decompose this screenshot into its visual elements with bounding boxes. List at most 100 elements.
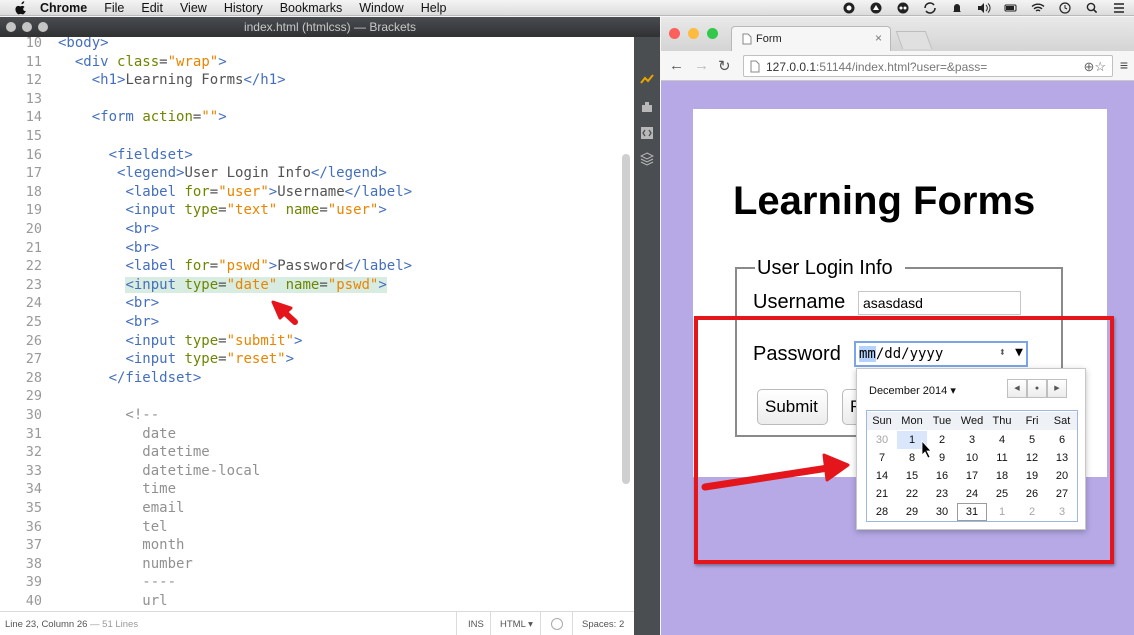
new-tab-button[interactable] — [895, 31, 933, 49]
zoom-and-bookmark-icons[interactable]: ⊕☆ — [1083, 59, 1106, 75]
code-line[interactable]: 27 <input type="reset"> — [0, 350, 620, 369]
chrome-toolbar: ← → ↻ 127.0.0.1:51144/index.html?user=&p… — [661, 51, 1134, 81]
cursor-position: Line 23, Column 26 — 51 Lines — [5, 619, 139, 630]
close-window-button[interactable] — [669, 28, 680, 39]
menu-app[interactable]: Chrome — [40, 1, 87, 15]
code-token: = — [218, 351, 227, 368]
language-select[interactable]: HTML ▾ — [500, 619, 533, 630]
layers-icon[interactable] — [640, 152, 654, 166]
code-line[interactable]: 12 <h1>Learning Forms</h1> — [0, 71, 620, 90]
address-bar[interactable]: 127.0.0.1:51144/index.html?user=&pass= ⊕… — [743, 55, 1113, 77]
code-text: <label for="user">Username</label> — [58, 183, 412, 202]
code-view-icon[interactable] — [640, 126, 654, 140]
line-number: 11 — [25, 53, 42, 70]
code-text: url — [58, 592, 167, 611]
code-token: "submit" — [226, 332, 295, 349]
code-line[interactable]: 10 <body> — [0, 37, 620, 53]
code-line[interactable]: 29 — [0, 387, 620, 406]
code-token: type — [184, 332, 219, 349]
code-line[interactable]: 38 number — [0, 555, 620, 574]
code-line[interactable]: 34 time — [0, 480, 620, 499]
code-line[interactable]: 21 <br> — [0, 239, 620, 258]
line-number: 32 — [25, 444, 42, 461]
insert-mode-toggle[interactable]: INS — [468, 619, 484, 630]
apple-icon[interactable] — [14, 0, 28, 15]
menu-view[interactable]: View — [180, 1, 207, 15]
annotation-highlight-box — [694, 316, 1114, 564]
code-line[interactable]: 28 </fieldset> — [0, 369, 620, 388]
code-token: datetime — [58, 444, 210, 461]
menu-edit[interactable]: Edit — [141, 1, 163, 15]
code-token: type — [184, 202, 219, 219]
chrome-tab-strip: Form × — [661, 17, 1134, 51]
code-line[interactable]: 25 <br> — [0, 313, 620, 332]
code-token: "user" — [327, 202, 379, 219]
code-token: </label> — [344, 183, 413, 200]
spotlight-search-icon[interactable] — [1085, 2, 1099, 14]
code-line[interactable]: 14 <form action=""> — [0, 108, 620, 127]
code-line[interactable]: 24 <br> — [0, 294, 620, 313]
forward-arrow-icon[interactable]: → — [694, 57, 709, 74]
code-text: <br> — [58, 313, 159, 332]
code-line[interactable]: 15 — [0, 127, 620, 146]
extension-manager-icon[interactable] — [640, 100, 654, 114]
notification-center-icon[interactable] — [1112, 2, 1126, 14]
code-line[interactable]: 33 datetime-local — [0, 462, 620, 481]
code-line[interactable]: 40 url — [0, 592, 620, 611]
wifi-icon[interactable] — [1031, 2, 1045, 14]
menu-window[interactable]: Window — [359, 1, 403, 15]
code-line[interactable]: 30 <!-- — [0, 406, 620, 425]
code-line[interactable]: 37 month — [0, 536, 620, 555]
code-line[interactable]: 26 <input type="submit"> — [0, 332, 620, 351]
code-line[interactable]: 31 date — [0, 425, 620, 444]
code-line[interactable]: 11 <div class="wrap"> — [0, 53, 620, 72]
code-line[interactable]: 35 email — [0, 499, 620, 518]
code-line[interactable]: 36 tel — [0, 518, 620, 537]
clock-icon[interactable] — [1058, 2, 1072, 14]
code-line[interactable]: 22 <label for="pswd">Password</label> — [0, 257, 620, 276]
volume-icon[interactable] — [977, 2, 991, 14]
editor-scrollbar[interactable] — [622, 154, 630, 484]
minimize-window-button[interactable] — [688, 28, 699, 39]
code-token: Username — [277, 183, 345, 200]
cloud-app-icon[interactable] — [896, 2, 910, 14]
code-line[interactable]: 32 datetime — [0, 443, 620, 462]
battery-icon[interactable] — [1004, 2, 1018, 14]
menu-history[interactable]: History — [224, 1, 263, 15]
code-line[interactable]: 18 <label for="user">Username</label> — [0, 183, 620, 202]
drive-icon[interactable] — [869, 2, 883, 14]
back-arrow-icon[interactable]: ← — [669, 57, 684, 74]
code-line[interactable]: 19 <input type="text" name="user"> — [0, 201, 620, 220]
code-line[interactable]: 16 <fieldset> — [0, 146, 620, 165]
reload-icon[interactable]: ↻ — [718, 57, 731, 75]
zoom-window-button[interactable] — [707, 28, 718, 39]
brackets-window: index.html (htmlcss) — Brackets 10 <body>… — [0, 17, 660, 635]
code-line[interactable]: 17 <legend>User Login Info</legend> — [0, 164, 620, 183]
chrome-menu-icon[interactable]: ≡ — [1120, 57, 1128, 73]
code-line[interactable]: 20 <br> — [0, 220, 620, 239]
line-number: 37 — [25, 537, 42, 554]
record-icon[interactable] — [842, 2, 856, 14]
tab-form[interactable]: Form × — [731, 26, 891, 51]
close-window-button[interactable] — [6, 22, 16, 32]
zoom-window-button[interactable] — [38, 22, 48, 32]
notification-bell-icon[interactable] — [950, 2, 964, 14]
code-token: class — [117, 53, 160, 70]
username-input[interactable]: asasdasd — [858, 291, 1021, 315]
code-line[interactable]: 13 — [0, 90, 620, 109]
sync-icon[interactable] — [923, 2, 937, 14]
code-editor[interactable]: 10 <body> 11 <div class="wrap"> 12 <h1>Lear… — [0, 37, 634, 629]
tab-close-icon[interactable]: × — [875, 31, 882, 45]
linter-status-icon[interactable] — [551, 618, 563, 630]
code-line[interactable]: 23 <input type="date" name="pswd"> — [0, 276, 620, 295]
menu-file[interactable]: File — [104, 1, 124, 15]
menu-help[interactable]: Help — [421, 1, 447, 15]
code-token: <!-- — [58, 407, 160, 423]
minimize-window-button[interactable] — [22, 22, 32, 32]
menu-bookmarks[interactable]: Bookmarks — [280, 1, 343, 15]
indent-spaces-select[interactable]: Spaces: 2 — [582, 619, 624, 630]
live-preview-icon[interactable] — [640, 73, 654, 87]
code-line[interactable]: 39 ---- — [0, 573, 620, 592]
